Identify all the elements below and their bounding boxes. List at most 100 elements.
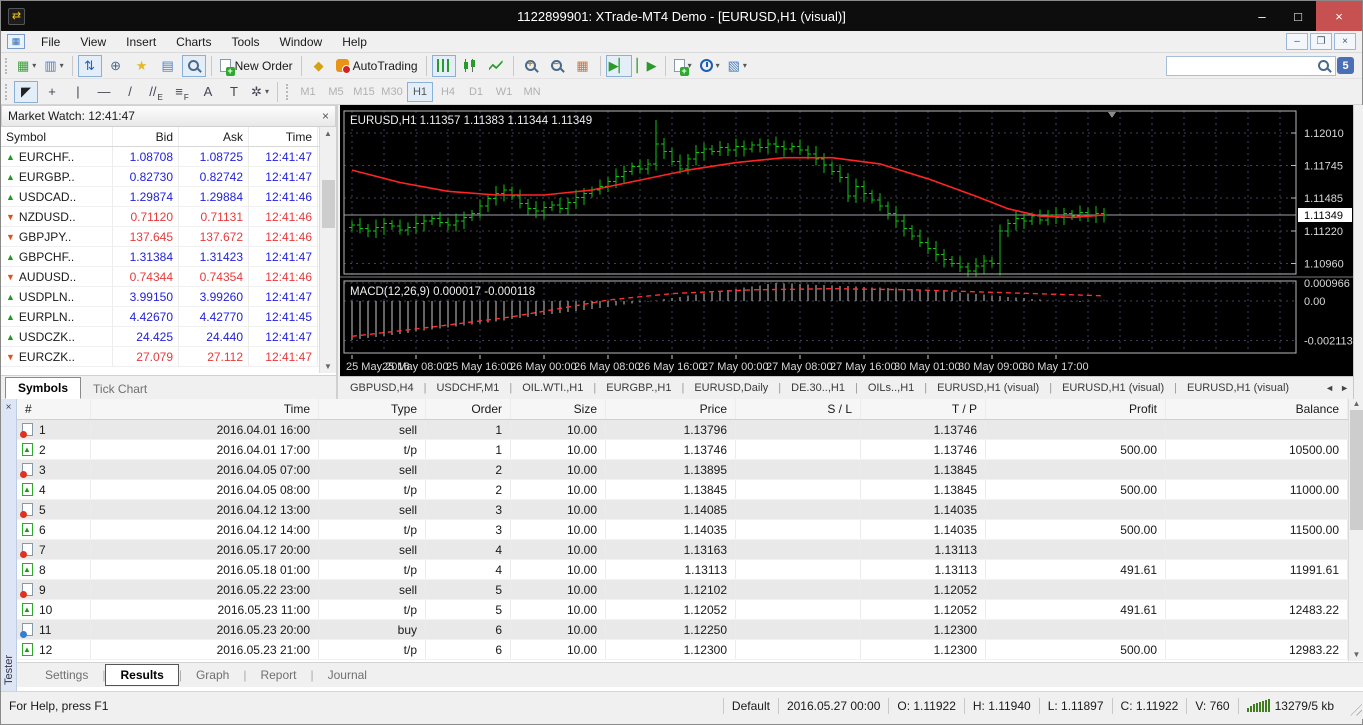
market-watch-row[interactable]: ▼ AUDUSD.. 0.74344 0.74354 12:41:46 [1,267,336,287]
chart-tab[interactable]: USDCHF,M1 [426,382,509,394]
timeframe-m15[interactable]: M15 [351,82,377,102]
results-row[interactable]: 5 2016.04.12 13:00 sell 3 10.00 1.14085 1.1403… [17,500,1348,520]
market-watch-row[interactable]: ▲ GBPCHF.. 1.31384 1.31423 12:41:47 [1,247,336,267]
tab-report[interactable]: Report [246,665,310,685]
chart-system-menu-icon[interactable]: ▦ [7,34,25,49]
results-row[interactable]: 3 2016.04.05 07:00 sell 2 10.00 1.13895 1.1384… [17,460,1348,480]
tab-results[interactable]: Results [105,664,179,686]
arrows-tool[interactable]: ✲ ▾ [248,81,272,103]
market-watch-scrollbar[interactable]: ▲ ▼ [319,127,336,373]
chart-tab[interactable]: EURUSD,H1 (visual) [927,382,1049,394]
market-watch-row[interactable]: ▼ NZDUSD.. 0.71120 0.71131 12:41:46 [1,207,336,227]
scroll-up-icon[interactable]: ▲ [1353,399,1361,408]
results-row[interactable]: 82016.05.18 01:00t/p410.001.131131.13113… [17,560,1348,580]
timeframe-h4[interactable]: H4 [435,82,461,102]
timeframe-d1[interactable]: D1 [463,82,489,102]
results-row[interactable]: 9 2016.05.22 23:00 sell 5 10.00 1.12102 1.1205… [17,580,1348,600]
scroll-right-icon[interactable]: ► [1340,383,1349,393]
scroll-down-icon[interactable]: ▼ [324,360,332,373]
results-row[interactable]: 1 2016.04.01 16:00 sell 1 10.00 1.13796 1.1374… [17,420,1348,440]
navigator-toggle[interactable]: ★ [130,55,154,77]
tester-close-icon[interactable]: × [6,402,12,413]
scroll-thumb[interactable] [321,180,335,228]
tab-settings[interactable]: Settings [31,665,102,685]
crosshair-tool[interactable]: + [40,81,64,103]
mdi-restore-button[interactable]: ❐ [1310,33,1332,50]
market-watch-row[interactable]: ▲ EURGBP.. 0.82730 0.82742 12:41:47 [1,167,336,187]
scroll-left-icon[interactable]: ◄ [1325,383,1334,393]
market-watch-row[interactable]: ▼ EURCZK.. 27.079 27.112 12:41:47 [1,347,336,367]
minimize-button[interactable]: – [1244,1,1280,31]
resize-grip[interactable] [1348,701,1362,716]
results-row[interactable]: 102016.05.23 11:00t/p510.001.120521.1205… [17,600,1348,620]
market-watch-row[interactable]: ▲ EURCHF.. 1.08708 1.08725 12:41:47 [1,147,336,167]
timeframe-mn[interactable]: MN [519,82,545,102]
text-label-tool[interactable]: T [222,81,246,103]
market-watch-row[interactable]: ▲ EURPLN.. 4.42670 4.42770 12:41:45 [1,307,336,327]
chart-tab[interactable]: EURUSD,Daily [684,382,778,394]
bar-chart-button[interactable] [431,54,456,77]
market-watch-row[interactable]: ▲ USDCZK.. 24.425 24.440 12:41:47 [1,327,336,347]
vertical-line-tool[interactable]: | [66,81,90,103]
scroll-thumb[interactable] [1350,410,1363,530]
chart-tab[interactable]: GBPUSD,H4 [340,382,424,394]
market-watch-row[interactable]: ▲ USDCAD.. 1.29874 1.29884 12:41:46 [1,187,336,207]
timeframe-w1[interactable]: W1 [491,82,517,102]
periods-button[interactable]: ▾ [697,55,723,77]
notification-badge[interactable]: 5 [1337,57,1354,74]
maximize-button[interactable]: □ [1280,1,1316,31]
text-tool[interactable]: A [196,81,220,103]
timeframe-m30[interactable]: M30 [379,82,405,102]
indicators-button[interactable]: ▾ [671,55,695,77]
terminal-toggle[interactable]: ▤ [156,55,180,77]
equidistant-channel-tool[interactable]: //E [144,81,168,103]
zoom-in-button[interactable] [519,55,543,77]
mdi-minimize-button[interactable]: – [1286,33,1308,50]
horizontal-line-tool[interactable]: — [92,81,116,103]
status-profile[interactable]: Default [732,699,770,713]
line-chart-button[interactable] [484,55,508,77]
chart-tab[interactable]: OILs..,H1 [858,382,924,394]
new-order-button[interactable]: New Order [217,55,296,77]
menu-item-charts[interactable]: Charts [166,31,221,52]
results-scrollbar[interactable]: ▲ ▼ [1348,399,1363,661]
data-window-toggle[interactable]: ⊕ [104,55,128,77]
tab-symbols[interactable]: Symbols [5,377,82,399]
menu-item-view[interactable]: View [70,31,116,52]
cursor-tool[interactable]: ◤ [14,80,38,103]
trendline-tool[interactable]: / [118,81,142,103]
tab-graph[interactable]: Graph [182,665,243,685]
results-row[interactable]: 7 2016.05.17 20:00 sell 4 10.00 1.13163 1.1311… [17,540,1348,560]
metaeditor-button[interactable]: ◆ [307,55,331,77]
close-button[interactable]: × [1316,1,1362,31]
menu-item-insert[interactable]: Insert [116,31,166,52]
menu-item-help[interactable]: Help [332,31,377,52]
results-row[interactable]: 122016.05.23 21:00t/p610.001.123001.1230… [17,640,1348,660]
chart-tab[interactable]: EURUSD,H1 (visual) [1052,382,1174,394]
results-row[interactable]: 62016.04.12 14:00t/p310.001.140351.14035… [17,520,1348,540]
menu-item-tools[interactable]: Tools [222,31,270,52]
scroll-up-icon[interactable]: ▲ [324,127,332,140]
chart-tab[interactable]: DE.30..,H1 [781,382,855,394]
menu-item-window[interactable]: Window [270,31,333,52]
results-row[interactable]: 42016.04.05 08:00t/p210.001.138451.13845… [17,480,1348,500]
tab-journal[interactable]: Journal [314,665,381,685]
chart-tab[interactable]: EURUSD,H1 (visual) [1177,382,1299,394]
new-chart-button[interactable]: ▦ ▾ [14,55,39,77]
price-chart[interactable]: 1.12010 1.11745 1.11485 1.11220 1.10960 0.000… [340,105,1353,376]
autotrading-button[interactable]: AutoTrading [333,55,421,77]
tile-windows-button[interactable]: ▦ [571,55,595,77]
auto-scroll-toggle[interactable]: ▶▏ [605,54,632,77]
chart-shift-toggle[interactable]: ▏▶ [634,55,660,77]
scroll-down-icon[interactable]: ▼ [1353,650,1361,661]
search-input[interactable] [1166,55,1336,76]
fibonacci-tool[interactable]: ≡ F [170,81,194,103]
timeframe-m1[interactable]: M1 [295,82,321,102]
market-watch-row[interactable]: ▼ GBPJPY.. 137.645 137.672 12:41:46 [1,227,336,247]
timeframe-h1[interactable]: H1 [407,81,433,102]
market-watch-row[interactable]: ▲ USDPLN.. 3.99150 3.99260 12:41:47 [1,287,336,307]
menu-item-file[interactable]: File [31,31,70,52]
tab-tick-chart[interactable]: Tick Chart [81,379,159,399]
candlestick-chart-button[interactable] [458,55,482,77]
results-row[interactable]: 22016.04.01 17:00t/p110.001.137461.13746… [17,440,1348,460]
